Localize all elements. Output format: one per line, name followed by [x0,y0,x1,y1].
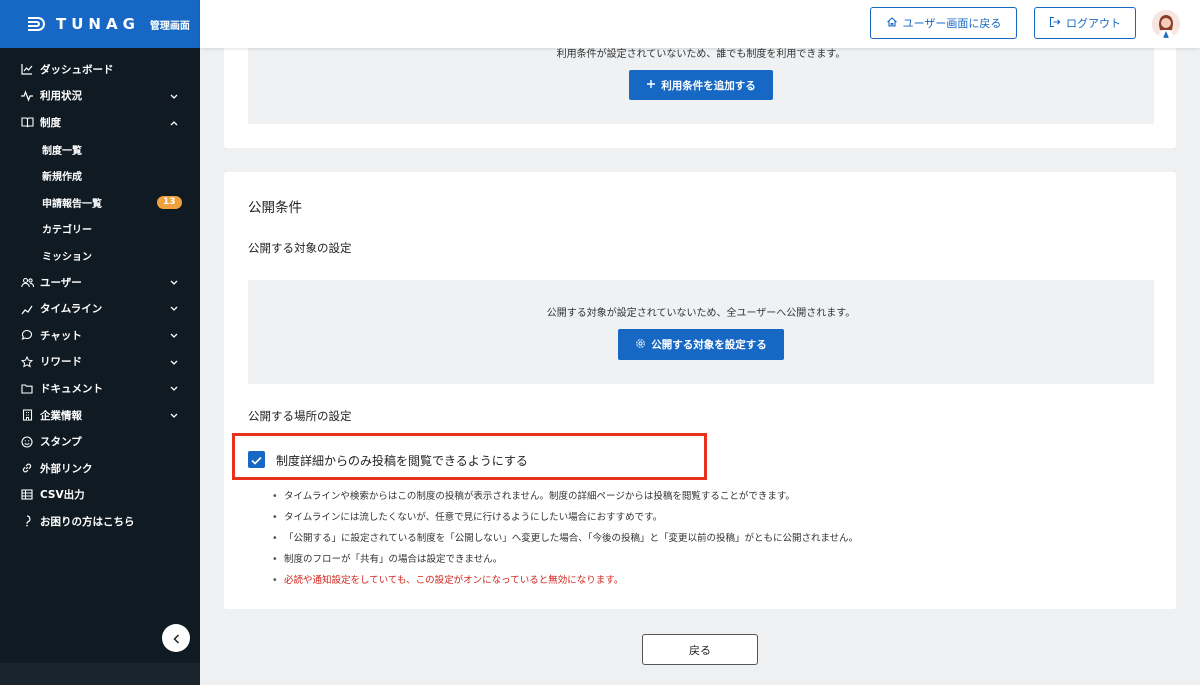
sidebar-item-label: ユーザー [40,276,82,289]
sidebar-item-timeline[interactable]: タイムライン [0,295,200,322]
sidebar-item-label: チャット [40,329,82,342]
sidebar-subitem-new[interactable]: 新規作成 [0,162,200,189]
chevron-left-icon [172,629,180,648]
sidebar-collapse-button[interactable] [162,624,190,652]
star-icon [20,355,34,369]
sidebar-item-label: リワード [40,356,82,369]
top-header: ユーザー画面に戻る ログアウト [200,0,1200,48]
chevron-down-icon [170,330,178,342]
brand-subtitle: 管理画面 [149,20,190,32]
sidebar-item-label: ダッシュボード [40,63,114,76]
sidebar-item-label: CSV出力 [40,489,85,502]
back-button-label: 戻る [689,643,711,657]
chevron-down-icon [170,303,178,315]
sidebar-footer [0,663,200,685]
add-usage-condition-button[interactable]: 利用条件を追加する [629,70,773,100]
book-icon [20,115,34,129]
sidebar-item-document[interactable]: ドキュメント [0,375,200,402]
sidebar-item-dashboard[interactable]: ダッシュボード [0,56,200,83]
brand-header[interactable]: TUNAG 管理画面 [0,0,200,48]
publish-target-title: 公開する対象の設定 [248,241,352,255]
sidebar-item-help[interactable]: お困りの方はこちら [0,508,200,535]
sidebar-item-usage[interactable]: 利用状況 [0,83,200,110]
set-publish-target-label: 公開する対象を設定する [651,339,767,351]
sidebar-item-label: お困りの方はこちら [40,515,135,528]
home-icon [886,16,903,31]
activity-icon [20,89,34,103]
avatar-image [1152,10,1180,38]
add-usage-condition-label: 利用条件を追加する [661,79,756,92]
view-from-detail-only-label[interactable]: 制度詳細からのみ投稿を閲覧できるようにする [276,452,528,469]
list-item: タイムラインには流したくないが、任意で見に行けるようにしたい場合におすすめです。 [272,511,858,532]
help-icon [20,514,34,528]
sidebar-item-reward[interactable]: リワード [0,349,200,376]
gear-icon [635,338,651,352]
sidebar-item-label: 制度一覧 [42,145,82,157]
sidebar-item-label: 申請報告一覧 [42,198,102,210]
timeline-icon [20,302,34,316]
view-from-detail-only-checkbox[interactable] [248,451,265,468]
chart-icon [20,62,34,76]
publish-place-notes: タイムラインや検索からはこの制度の投稿が表示されません。制度の詳細ページからは投… [272,490,858,595]
sidebar-item-label: ドキュメント [40,382,103,395]
publish-target-info: 公開する対象が設定されていないため、全ユーザーへ公開されます。 [546,308,856,319]
sidebar-subitem-mission[interactable]: ミッション [0,242,200,269]
list-item: 制度のフローが「共有」の場合は設定できません。 [272,553,858,574]
sidebar-item-users[interactable]: ユーザー [0,269,200,296]
folder-icon [20,381,34,395]
sidebar-item-label: 外部リンク [40,462,93,475]
checkmark-icon [251,450,262,469]
sidebar-item-csv[interactable]: CSV出力 [0,482,200,509]
sidebar-subitem-system-list[interactable]: 制度一覧 [0,136,200,163]
brand-name: TUNAG [56,15,140,33]
chevron-down-icon [170,277,178,289]
chevron-up-icon [170,117,178,129]
usage-conditions-card: 利用条件が設定されていないため、誰でも制度を利用できます。 利用条件を追加する [224,40,1176,148]
warning-note: 必読や通知設定をしていても、この設定がオンになっていると無効になります。 [272,574,858,595]
table-icon [20,488,34,502]
sidebar-item-external-link[interactable]: 外部リンク [0,455,200,482]
users-icon [20,275,34,289]
chevron-down-icon [170,410,178,422]
sidebar-item-company[interactable]: 企業情報 [0,402,200,429]
publish-conditions-title: 公開条件 [248,200,302,216]
sidebar-subitem-reports[interactable]: 申請報告一覧 13 [0,189,200,216]
user-screen-label: ユーザー画面に戻る [902,17,1002,30]
list-item: 「公開する」に設定されている制度を「公開しない」へ変更した場合、「今後の投稿」と… [272,532,858,553]
sidebar-item-system[interactable]: 制度 [0,109,200,136]
chat-icon [20,328,34,342]
sidebar-item-label: 利用状況 [40,90,82,103]
sidebar-item-label: ミッション [42,251,92,263]
sidebar: TUNAG 管理画面 ダッシュボード 利用状況 制度 制度一覧 新規作成 申請報… [0,0,200,685]
link-icon [20,461,34,475]
logout-label: ログアウト [1066,17,1121,30]
user-screen-button[interactable]: ユーザー画面に戻る [870,7,1017,39]
sidebar-subitem-category[interactable]: カテゴリー [0,216,200,243]
count-badge: 13 [157,195,182,209]
publish-place-title: 公開する場所の設定 [248,409,352,423]
plus-icon [646,79,661,92]
smile-icon [20,435,34,449]
back-button[interactable]: 戻る [642,634,758,665]
building-icon [20,408,34,422]
sidebar-item-label: 企業情報 [40,409,82,422]
sidebar-item-chat[interactable]: チャット [0,322,200,349]
logout-icon [1049,16,1066,31]
sidebar-item-label: カテゴリー [42,225,92,237]
chevron-down-icon [170,357,178,369]
sidebar-item-label: タイムライン [40,303,103,316]
sidebar-item-label: スタンプ [40,436,82,449]
sidebar-item-label: 新規作成 [42,172,82,184]
chevron-down-icon [170,383,178,395]
sidebar-item-label: 制度 [40,116,61,129]
avatar[interactable] [1152,10,1180,38]
logout-button[interactable]: ログアウト [1034,7,1136,39]
tunag-logo-icon [26,16,50,32]
list-item: タイムラインや検索からはこの制度の投稿が表示されません。制度の詳細ページからは投… [272,490,858,511]
set-publish-target-button[interactable]: 公開する対象を設定する [618,329,784,360]
sidebar-item-stamp[interactable]: スタンプ [0,428,200,455]
sidebar-nav: ダッシュボード 利用状況 制度 制度一覧 新規作成 申請報告一覧 13 カテゴリ… [0,48,200,535]
chevron-down-icon [170,91,178,103]
